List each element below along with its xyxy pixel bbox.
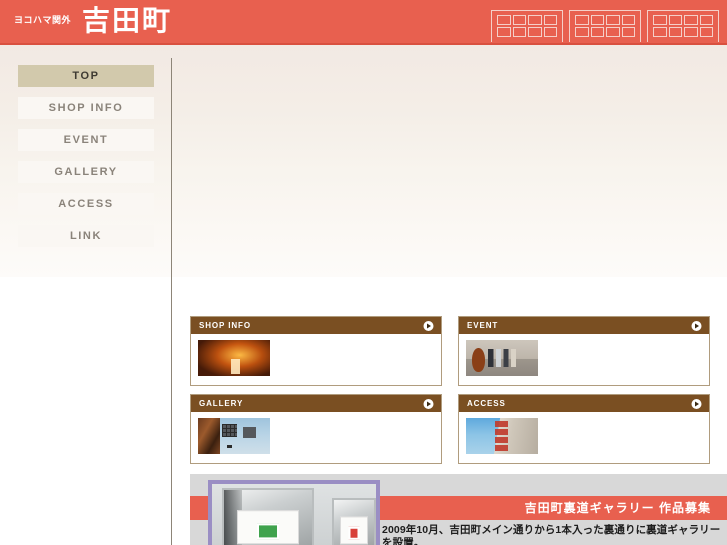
window-icon: [497, 27, 511, 37]
banner-heading: 吉田町裏道ギャラリー 作品募集: [524, 501, 711, 515]
window-icon: [528, 15, 542, 25]
window-icon: [653, 15, 667, 25]
panel-header: ACCESS: [459, 395, 709, 412]
building-icon-1: [491, 10, 563, 42]
window-icon: [512, 15, 526, 25]
streetlamp-tree-thumb[interactable]: [197, 417, 271, 455]
logo-title: 吉田町: [82, 5, 173, 36]
circle-play-arrow-icon[interactable]: [423, 398, 434, 409]
red-artwork: [348, 526, 360, 540]
window-icon: [621, 27, 635, 37]
logo-subtitle: ヨコハマ関外: [14, 15, 72, 25]
panel-shop-info[interactable]: SHOP INFO: [190, 316, 442, 386]
sidebar-item-top[interactable]: TOP: [18, 65, 154, 87]
window-icon: [699, 27, 713, 37]
window-icon: [528, 27, 542, 37]
window-icon: [590, 15, 604, 25]
panel-event[interactable]: EVENT: [458, 316, 710, 386]
window-icon: [497, 15, 511, 25]
circle-play-arrow-icon[interactable]: [691, 320, 702, 331]
case-inner-panel: [237, 510, 299, 545]
window-icon: [543, 15, 557, 25]
panel-title-event: EVENT: [467, 320, 499, 330]
green-artwork: [257, 522, 279, 539]
panel-header: SHOP INFO: [191, 317, 441, 334]
panel-body: [459, 334, 709, 385]
display-case-left: [222, 488, 314, 545]
window-icon: [512, 27, 526, 37]
panel-body: [459, 412, 709, 463]
building-icon-2: [569, 10, 641, 42]
window-icon: [543, 27, 557, 37]
window-icon: [653, 27, 667, 37]
panel-title-access: ACCESS: [467, 398, 506, 408]
window-icon: [606, 27, 620, 37]
case-inner-panel: [340, 516, 368, 545]
sidebar-item-shop-info[interactable]: SHOP INFO: [18, 97, 154, 119]
panel-gallery[interactable]: GALLERY: [190, 394, 442, 464]
sidebar-item-link[interactable]: LINK: [18, 225, 154, 247]
sidebar-item-event[interactable]: EVENT: [18, 129, 154, 151]
circle-play-arrow-icon[interactable]: [423, 320, 434, 331]
framed-artwork-display-case-photo[interactable]: [208, 480, 380, 545]
sidebar-divider: [171, 58, 172, 545]
circle-play-arrow-icon[interactable]: [691, 398, 702, 409]
banner-body-text: 2009年10月、吉田町メイン通りから1本入った裏通りに裏道ギャラリーを設置。: [382, 524, 721, 545]
window-icon: [575, 15, 589, 25]
window-icon: [621, 15, 635, 25]
shop-buildings-icon: [491, 8, 719, 42]
window-icon: [684, 15, 698, 25]
window-icon: [575, 27, 589, 37]
window-icon: [606, 15, 620, 25]
panel-header: GALLERY: [191, 395, 441, 412]
sidebar-nav: TOP SHOP INFO EVENT GALLERY ACCESS LINK: [0, 45, 172, 545]
panel-access[interactable]: ACCESS: [458, 394, 710, 464]
panel-title-gallery: GALLERY: [199, 398, 244, 408]
promo-banner[interactable]: 吉田町裏道ギャラリー 作品募集 2009年10月、吉田町メイン通りから1本入った…: [190, 474, 727, 545]
sidebar-item-access[interactable]: ACCESS: [18, 193, 154, 215]
building-icon-3: [647, 10, 719, 42]
sidebar-item-gallery[interactable]: GALLERY: [18, 161, 154, 183]
site-header: ヨコハマ関外 吉田町: [0, 0, 727, 45]
display-case-right: [332, 498, 376, 545]
window-icon: [668, 15, 682, 25]
window-icon: [590, 27, 604, 37]
shop-interior-thumb[interactable]: [197, 339, 271, 377]
window-icon: [699, 15, 713, 25]
street-music-thumb[interactable]: [465, 339, 539, 377]
shopping-street-sign-thumb[interactable]: [465, 417, 539, 455]
panel-body: [191, 412, 441, 463]
panel-title-shop-info: SHOP INFO: [199, 320, 251, 330]
page-root: ヨコハマ関外 吉田町 TOP SHOP INFO EVENT GALLERY A…: [0, 0, 727, 545]
panel-body: [191, 334, 441, 385]
window-icon: [684, 27, 698, 37]
panel-header: EVENT: [459, 317, 709, 334]
window-icon: [668, 27, 682, 37]
